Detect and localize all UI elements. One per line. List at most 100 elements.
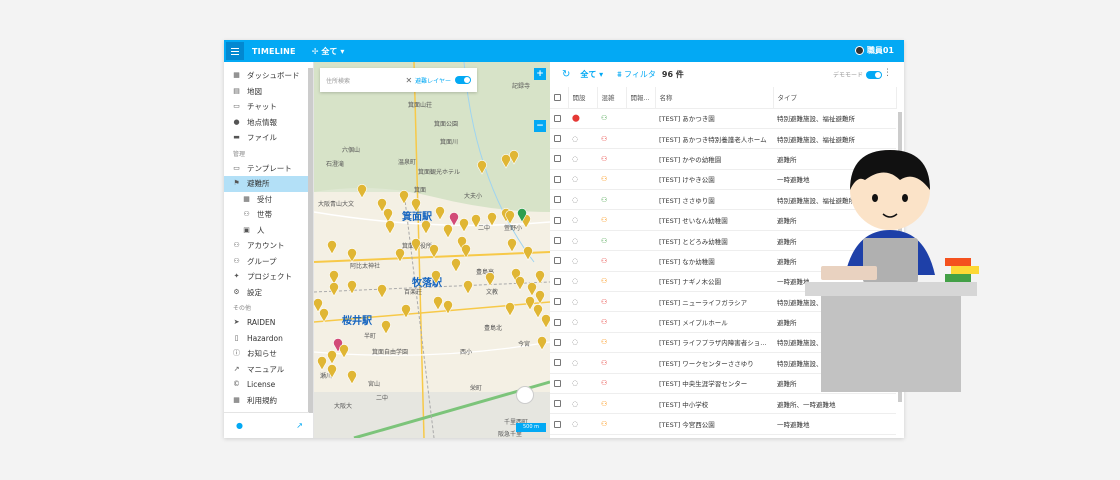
shelter-pin-icon[interactable] [327,240,337,255]
shelter-pin-icon[interactable] [399,190,409,205]
address-search-input[interactable]: 住所検索 [326,76,350,85]
shelter-pin-icon[interactable] [487,212,497,227]
shelter-pin-icon[interactable] [347,280,357,295]
external-link-icon[interactable]: ↗ [296,421,303,430]
nav-usage[interactable]: ▦ 利用規約 [224,393,309,409]
row-checkbox[interactable] [550,230,568,252]
nav-chat[interactable]: ▭ チャット [224,99,309,115]
nav-notice[interactable]: ⓘ お知らせ [224,346,309,362]
shelter-pin-icon[interactable] [377,284,387,299]
table-row[interactable]: ◌ ⚇ [TEST] 中小学校 避難所、一時避難地 [550,393,896,415]
shelter-pin-icon[interactable] [319,308,329,323]
row-checkbox[interactable] [550,311,568,333]
col-crowd[interactable]: 混雑 [597,87,627,109]
nav-manual[interactable]: ↗ マニュアル [224,362,309,378]
project-filter[interactable]: ✢ 全て ▾ [312,46,345,57]
nav-raiden[interactable]: ➤ RAIDEN [224,315,309,331]
row-checkbox[interactable] [550,169,568,191]
filter-button[interactable]: ⩩ フィルタ [617,69,656,80]
shelter-pin-icon[interactable] [401,304,411,319]
nav-household[interactable]: ⚇ 世帯 [224,207,309,223]
shelter-pin-icon[interactable] [485,272,495,287]
info-icon[interactable]: ● [236,421,243,430]
col-type[interactable]: タイプ [773,87,897,109]
shelter-pin-icon[interactable] [505,210,515,225]
row-checkbox[interactable] [550,332,568,354]
close-icon[interactable]: ✕ [405,76,412,85]
row-checkbox[interactable] [550,393,568,415]
shelter-pin-icon[interactable] [435,206,445,221]
shelter-pin-icon[interactable] [463,280,473,295]
col-name[interactable]: 名称 [655,87,774,109]
shelter-pin-icon[interactable] [327,350,337,365]
shelter-pin-icon[interactable] [533,304,543,319]
zoom-in-button[interactable]: + [534,68,546,80]
user-menu[interactable]: 職員01 [854,45,894,56]
nav-account[interactable]: ⚇ アカウント [224,238,309,254]
nav-places[interactable]: ● 地点情報 [224,115,309,131]
nav-person[interactable]: ▣ 人 [224,223,309,239]
nav-group[interactable]: ⚇ グループ [224,254,309,270]
shelter-pin-icon[interactable] [411,198,421,213]
table-row[interactable]: ◌ ⚇ [TEST] あかつき特別養護老人ホーム 特別避難施設、福祉避難所 [550,128,896,150]
row-checkbox[interactable] [550,352,568,374]
table-row[interactable]: ◌ ⚇ [TEST] 今宮西公園 一時避難地 [550,413,896,435]
shelter-pin-icon[interactable] [385,220,395,235]
row-checkbox[interactable] [550,413,568,435]
zoom-out-button[interactable]: − [534,120,546,132]
shelter-pin-icon[interactable] [515,276,525,291]
nav-shelter[interactable]: ⚑ 避難所 [224,176,309,192]
shelter-pin-icon[interactable] [451,258,461,273]
col-open[interactable]: 開設 [568,87,598,109]
row-checkbox[interactable] [550,148,568,170]
compass-icon[interactable] [516,386,534,404]
sidebar-scrollbar[interactable] [308,68,313,413]
demo-mode-toggle[interactable] [866,70,882,79]
nav-files[interactable]: ▬ ファイル [224,130,309,146]
shelter-pin-icon[interactable] [443,300,453,315]
shelter-pin-icon[interactable] [459,218,469,233]
shelter-pin-icon[interactable] [381,320,391,335]
row-checkbox[interactable] [550,271,568,293]
map-view[interactable]: 箕面大滝箕面山のサル箕面山荘記録寺箕面公園箕面川六個山石澄滝温泉町箕面観光ホテル… [314,62,550,438]
shelter-pin-icon[interactable] [507,238,517,253]
map-canvas[interactable]: 箕面大滝箕面山のサル箕面山荘記録寺箕面公園箕面川六個山石澄滝温泉町箕面観光ホテル… [314,62,550,438]
table-row[interactable]: ⬤ ⚇ [TEST] あかつき園 特別避難施設、福祉避難所 [550,108,896,129]
shelter-pin-icon[interactable] [443,224,453,239]
col-report[interactable]: 開報... [626,87,656,109]
shelter-pin-icon[interactable] [317,356,327,371]
nav-project[interactable]: ✦ プロジェクト [224,269,309,285]
shelter-pin-icon[interactable] [541,314,551,329]
nav-template[interactable]: ▭ テンプレート [224,161,309,177]
shelter-layer-toggle[interactable] [455,76,471,84]
shelter-pin-icon[interactable] [505,302,515,317]
shelter-pin-icon[interactable] [449,212,459,227]
nav-dashboard[interactable]: ▦ ダッシュボード [224,68,309,84]
shelter-pin-icon[interactable] [347,370,357,385]
row-checkbox[interactable] [550,189,568,211]
all-filter-dropdown[interactable]: 全て ▾ [580,69,603,80]
row-checkbox[interactable] [550,250,568,272]
shelter-pin-icon[interactable] [395,248,405,263]
nav-settings[interactable]: ⚙ 設定 [224,285,309,301]
shelter-pin-icon[interactable] [537,336,547,351]
row-checkbox[interactable] [550,108,568,129]
shelter-pin-icon[interactable] [329,270,339,285]
nav-hazardon[interactable]: ▯ Hazardon [224,331,309,347]
shelter-pin-icon[interactable] [329,282,339,297]
select-all-checkbox[interactable] [550,87,569,109]
shelter-pin-icon[interactable] [527,282,537,297]
row-checkbox[interactable] [550,128,568,150]
hamburger-menu-icon[interactable] [226,42,244,60]
more-vert-icon[interactable]: ⋮ [883,68,892,78]
row-checkbox[interactable] [550,373,568,394]
shelter-pin-icon[interactable] [433,296,443,311]
nav-map[interactable]: ▤ 地図 [224,84,309,100]
shelter-pin-icon[interactable] [525,296,535,311]
shelter-pin-icon[interactable] [339,344,349,359]
shelter-pin-icon[interactable] [383,208,393,223]
row-checkbox[interactable] [550,291,568,313]
row-checkbox[interactable] [550,209,568,231]
shelter-pin-icon[interactable] [421,220,431,235]
refresh-icon[interactable]: ↻ [562,69,570,80]
